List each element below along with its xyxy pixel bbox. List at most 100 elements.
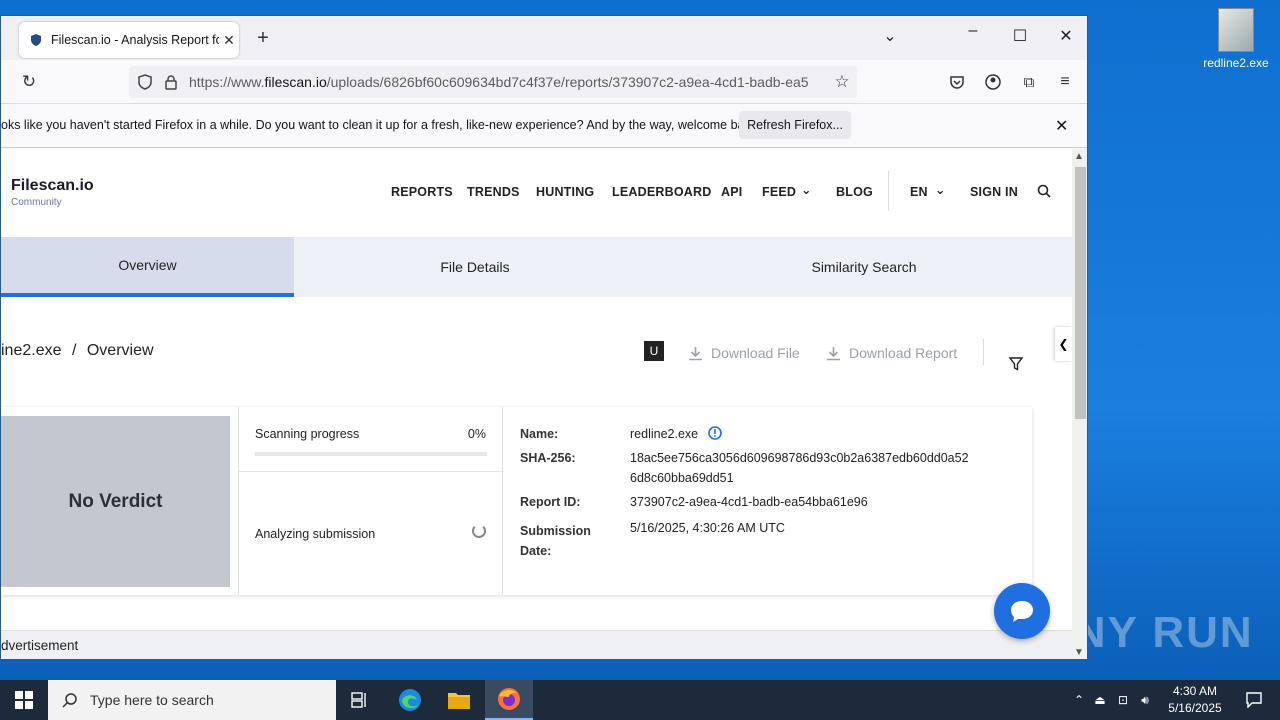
language-selector[interactable]: EN bbox=[910, 185, 928, 199]
menu-leaderboard[interactable]: LEADERBOARD bbox=[612, 185, 711, 199]
maximize-button[interactable]: ☐ bbox=[1008, 26, 1032, 46]
lock-icon[interactable] bbox=[163, 74, 179, 90]
progress-label: Scanning progress bbox=[255, 427, 360, 441]
desktop-icon-redline2[interactable]: redline2.exe bbox=[1200, 8, 1272, 70]
panel-divider bbox=[239, 471, 504, 472]
notification-close-icon[interactable]: ✕ bbox=[1055, 116, 1068, 136]
nav-bar: ↻ https://www.filescan.io/uploads/6826bf… bbox=[1, 60, 1087, 104]
scroll-up-icon[interactable]: ▲ bbox=[1074, 151, 1084, 162]
tab-overview[interactable]: Overview bbox=[1, 237, 294, 297]
download-icon bbox=[689, 346, 702, 360]
menu-api[interactable]: API bbox=[721, 185, 742, 199]
overview-card: No Verdict Scanning progress 0% Analyzin… bbox=[1, 407, 1032, 595]
chat-bubble-icon bbox=[1011, 601, 1033, 622]
breadcrumb-file[interactable]: ine2.exe bbox=[1, 342, 62, 359]
hamburger-menu-icon[interactable]: ≡ bbox=[1055, 72, 1075, 92]
download-file-button[interactable]: Download File bbox=[688, 345, 800, 361]
scan-progress-panel: Scanning progress 0% Analyzing submissio… bbox=[238, 407, 504, 595]
url-text: https://www.filescan.io/uploads/6826bf60… bbox=[189, 74, 809, 90]
page-scrollbar[interactable]: ▲ ▼ bbox=[1072, 149, 1087, 659]
download-report-button[interactable]: Download Report bbox=[826, 345, 957, 361]
loading-spinner-icon bbox=[472, 524, 486, 538]
show-hidden-icons-chevron-icon[interactable]: ⌃ bbox=[1070, 693, 1088, 707]
menu-hunting[interactable]: HUNTING bbox=[536, 185, 594, 199]
tab-file-details[interactable]: File Details bbox=[294, 237, 656, 297]
refresh-firefox-button[interactable]: Refresh Firefox... bbox=[739, 111, 851, 139]
notification-center-icon[interactable] bbox=[1230, 680, 1278, 720]
taskbar-search[interactable]: Type here to search bbox=[48, 680, 336, 720]
progress-bar bbox=[255, 452, 487, 456]
volume-icon[interactable]: 🔊︎ bbox=[1134, 693, 1156, 708]
windows-icon bbox=[15, 691, 33, 709]
file-icon bbox=[1218, 8, 1254, 52]
breadcrumb-separator: / bbox=[71, 342, 77, 359]
progress-percent: 0% bbox=[467, 427, 486, 441]
collapse-panel-chevron-icon[interactable]: ❮ bbox=[1055, 327, 1072, 361]
browser-window: Filescan.io - Analysis Report for ✕ + ⌄ … bbox=[0, 15, 1088, 660]
logo-name: Filescan.io bbox=[11, 177, 94, 194]
notification-message: oks like you haven't started Firefox in … bbox=[1, 118, 761, 132]
minimize-button[interactable]: – bbox=[961, 22, 985, 40]
report-id-value: 373907c2-a9ea-4cd1-badb-ea54bba61e96 bbox=[630, 495, 868, 509]
site-header: Filescan.io Community REPORTS TRENDS HUN… bbox=[1, 149, 1072, 237]
usb-device-icon[interactable]: ⏏ bbox=[1088, 693, 1112, 707]
sign-in-link[interactable]: SIGN IN bbox=[970, 185, 1018, 199]
toolbar-divider bbox=[983, 339, 984, 365]
site-logo[interactable]: Filescan.io Community bbox=[11, 177, 94, 208]
clock-time: 4:30 AM bbox=[1172, 684, 1218, 698]
clock-date: 5/16/2025 bbox=[1168, 701, 1222, 715]
pocket-icon[interactable] bbox=[947, 72, 967, 92]
start-button[interactable] bbox=[0, 680, 48, 720]
scroll-thumb[interactable] bbox=[1075, 167, 1086, 419]
scroll-down-icon[interactable]: ▼ bbox=[1074, 647, 1084, 658]
clock[interactable]: 4:30 AM 5/16/2025 bbox=[1160, 683, 1230, 717]
analysis-status: Analyzing submission bbox=[255, 527, 376, 541]
edge-icon[interactable] bbox=[386, 680, 434, 720]
download-report-label: Download Report bbox=[849, 345, 958, 361]
name-value: redline2.exe bbox=[630, 424, 990, 444]
user-badge[interactable]: U bbox=[644, 341, 664, 361]
browser-tab[interactable]: Filescan.io - Analysis Report for ✕ bbox=[19, 22, 239, 58]
menu-reports[interactable]: REPORTS bbox=[391, 185, 453, 199]
firefox-icon[interactable] bbox=[485, 680, 533, 720]
download-file-label: Download File bbox=[711, 345, 800, 361]
tab-list-chevron-icon[interactable]: ⌄ bbox=[878, 26, 902, 46]
header-divider bbox=[888, 171, 889, 211]
extensions-icon[interactable]: ⧉ bbox=[1019, 72, 1039, 92]
tab-similarity-search[interactable]: Similarity Search bbox=[656, 237, 1072, 297]
search-icon[interactable] bbox=[1036, 183, 1052, 199]
tab-title: Filescan.io - Analysis Report for bbox=[51, 33, 219, 47]
system-tray: ⌃ ⏏ ⊡ 🔊︎ bbox=[1070, 680, 1156, 720]
new-tab-button[interactable]: + bbox=[253, 28, 273, 48]
tracking-shield-icon[interactable] bbox=[137, 74, 153, 90]
bookmark-star-icon[interactable]: ☆ bbox=[833, 72, 851, 91]
file-name: redline2.exe bbox=[630, 427, 699, 441]
sha-value: 18ac5ee756ca3056d609698786d93c0b2a6387ed… bbox=[630, 451, 969, 485]
url-bar[interactable]: https://www.filescan.io/uploads/6826bf60… bbox=[129, 66, 857, 98]
menu-feed[interactable]: FEED bbox=[762, 185, 796, 199]
download-icon bbox=[827, 346, 840, 360]
network-icon[interactable]: ⊡ bbox=[1112, 693, 1134, 707]
task-view-icon[interactable] bbox=[336, 680, 384, 720]
search-placeholder: Type here to search bbox=[90, 692, 214, 708]
logo-sub: Community bbox=[11, 197, 62, 208]
file-explorer-icon[interactable] bbox=[435, 680, 483, 720]
chat-button[interactable] bbox=[994, 583, 1050, 639]
submission-date-value: 5/16/2025, 4:30:26 AM UTC bbox=[630, 521, 785, 535]
sha-label: SHA-256: bbox=[520, 451, 576, 465]
notification-bar: oks like you haven't started Firefox in … bbox=[1, 104, 1087, 148]
close-window-button[interactable]: ✕ bbox=[1054, 26, 1078, 46]
info-icon bbox=[707, 426, 722, 440]
tab-close-icon[interactable]: ✕ bbox=[219, 32, 239, 49]
menu-blog[interactable]: BLOG bbox=[836, 185, 873, 199]
reload-icon[interactable]: ↻ bbox=[19, 72, 39, 92]
page-content: Filescan.io Community REPORTS TRENDS HUN… bbox=[1, 149, 1072, 659]
report-tabs: Overview File Details Similarity Search bbox=[1, 237, 1072, 297]
filter-icon[interactable] bbox=[1008, 356, 1024, 372]
verdict-box: No Verdict bbox=[1, 416, 230, 587]
search-icon bbox=[62, 693, 77, 708]
feed-chevron-down-icon[interactable]: ⌄ bbox=[801, 182, 812, 197]
menu-trends[interactable]: TRENDS bbox=[467, 185, 520, 199]
language-chevron-down-icon[interactable]: ⌄ bbox=[935, 182, 946, 197]
account-icon[interactable] bbox=[983, 72, 1003, 92]
